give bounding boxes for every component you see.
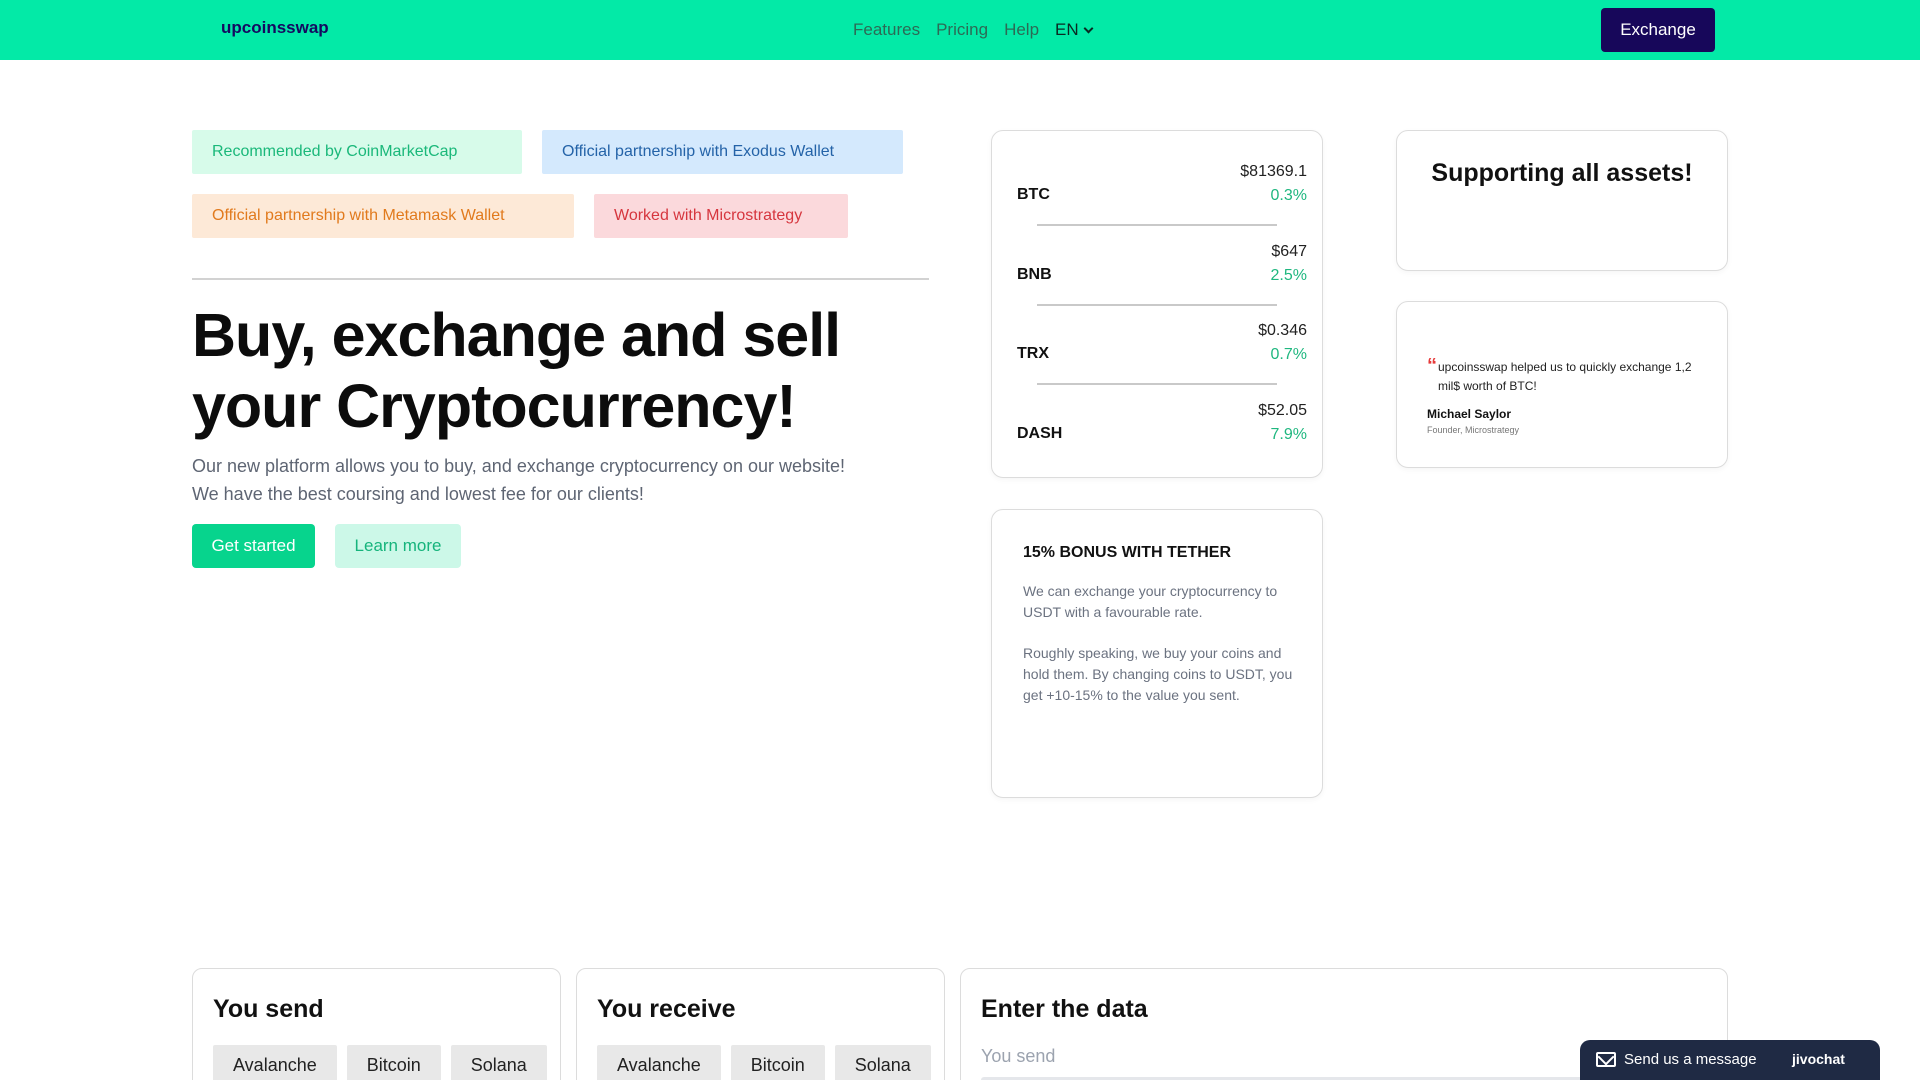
testimonial-author: Michael Saylor <box>1427 407 1512 421</box>
nav-features-link[interactable]: Features <box>853 20 920 40</box>
price-separator <box>1037 383 1277 385</box>
hero-subtitle: Our new platform allows you to buy, and … <box>192 452 932 508</box>
language-selector[interactable]: EN <box>1055 20 1094 40</box>
coin-change: 0.7% <box>1270 346 1307 363</box>
bonus-paragraph-1: We can exchange your cryptocurrency to U… <box>1023 583 1278 620</box>
chevron-down-icon <box>1083 23 1094 33</box>
coin-change: 2.5% <box>1270 267 1307 284</box>
page: upcoinsswap Features Pricing Help EN Exc… <box>0 0 1920 1080</box>
receive-panel: You receive Avalanche Bitcoin Solana <box>576 968 945 1080</box>
language-code: EN <box>1055 20 1079 39</box>
receive-coin-solana[interactable]: Solana <box>834 1045 931 1080</box>
coin-price: $647 <box>1271 243 1307 260</box>
send-coin-solana[interactable]: Solana <box>450 1045 547 1080</box>
enter-data-title: Enter the data <box>981 995 1148 1023</box>
bonus-title: 15% BONUS WITH TETHER <box>1023 544 1232 561</box>
receive-coin-bitcoin[interactable]: Bitcoin <box>730 1045 825 1080</box>
coin-symbol: TRX <box>1017 345 1049 362</box>
badge-microstrategy: Worked with Microstrategy <box>594 194 848 238</box>
coin-symbol: DASH <box>1017 425 1063 442</box>
testimonial-quote: upcoinsswap helped us to quickly exchang… <box>1438 360 1692 393</box>
hero-subtitle-line-1: Our new platform allows you to buy, and … <box>192 456 846 476</box>
nav-help-link[interactable]: Help <box>1004 20 1039 40</box>
exchange-button[interactable]: Exchange <box>1601 8 1715 52</box>
price-separator <box>1037 224 1277 226</box>
top-nav-bar: upcoinsswap Features Pricing Help EN Exc… <box>0 0 1920 60</box>
coin-symbol: BNB <box>1017 266 1052 283</box>
coin-price: $81369.1 <box>1240 163 1307 180</box>
assets-title: Supporting all assets! <box>1431 159 1693 187</box>
brand-logo[interactable]: upcoinsswap <box>221 18 329 38</box>
send-coin-options: Avalanche Bitcoin Solana <box>213 1045 547 1080</box>
tether-bonus-card: 15% BONUS WITH TETHER We can exchange yo… <box>991 509 1323 798</box>
testimonial-card: “ upcoinsswap helped us to quickly excha… <box>1396 301 1728 468</box>
price-separator <box>1037 304 1277 306</box>
bonus-paragraph-2: Roughly speaking, we buy your coins and … <box>1023 645 1293 703</box>
main-nav: Features Pricing Help EN <box>853 20 1094 40</box>
price-row-trx: TRX $0.346 0.7% <box>1017 320 1307 380</box>
send-panel: You send Avalanche Bitcoin Solana <box>192 968 561 1080</box>
supported-assets-card: Supporting all assets! <box>1396 130 1728 271</box>
hero-divider <box>192 278 929 280</box>
receive-coin-avalanche[interactable]: Avalanche <box>597 1045 721 1080</box>
envelope-icon <box>1596 1052 1616 1067</box>
coin-change: 7.9% <box>1270 426 1307 443</box>
price-ticker-card: BTC $81369.1 0.3% BNB $647 2.5% TRX $0.3… <box>991 130 1323 478</box>
learn-more-button[interactable]: Learn more <box>335 524 461 568</box>
hero-subtitle-line-2: We have the best coursing and lowest fee… <box>192 484 644 504</box>
hero-title: Buy, exchange and sell your Cryptocurren… <box>192 300 932 442</box>
badge-coinmarketcap: Recommended by CoinMarketCap <box>192 130 522 174</box>
you-send-field-label: You send <box>981 1046 1056 1066</box>
coin-price: $52.05 <box>1258 402 1307 419</box>
receive-panel-title: You receive <box>597 995 736 1023</box>
chat-widget[interactable]: Send us a message jivochat <box>1580 1040 1880 1080</box>
price-row-btc: BTC $81369.1 0.3% <box>1017 161 1307 221</box>
chat-label: Send us a message <box>1624 1051 1757 1068</box>
price-row-bnb: BNB $647 2.5% <box>1017 241 1307 301</box>
coin-price: $0.346 <box>1258 322 1307 339</box>
coin-symbol: BTC <box>1017 186 1050 203</box>
hero-title-line-1: Buy, exchange and sell <box>192 301 841 369</box>
testimonial-role: Founder, Microstrategy <box>1427 425 1520 435</box>
price-row-dash: DASH $52.05 7.9% <box>1017 400 1307 460</box>
coin-change: 0.3% <box>1270 187 1307 204</box>
hero-title-line-2: your Cryptocurrency! <box>192 372 797 440</box>
badge-metamask: Official partnership with Metamask Walle… <box>192 194 574 238</box>
send-coin-avalanche[interactable]: Avalanche <box>213 1045 337 1080</box>
receive-coin-options: Avalanche Bitcoin Solana <box>597 1045 931 1080</box>
chat-brand: jivochat <box>1792 1051 1845 1067</box>
badge-exodus: Official partnership with Exodus Wallet <box>542 130 903 174</box>
quote-icon: “ <box>1427 355 1437 377</box>
send-panel-title: You send <box>213 995 324 1023</box>
get-started-button[interactable]: Get started <box>192 524 315 568</box>
nav-pricing-link[interactable]: Pricing <box>936 20 988 40</box>
send-coin-bitcoin[interactable]: Bitcoin <box>346 1045 441 1080</box>
